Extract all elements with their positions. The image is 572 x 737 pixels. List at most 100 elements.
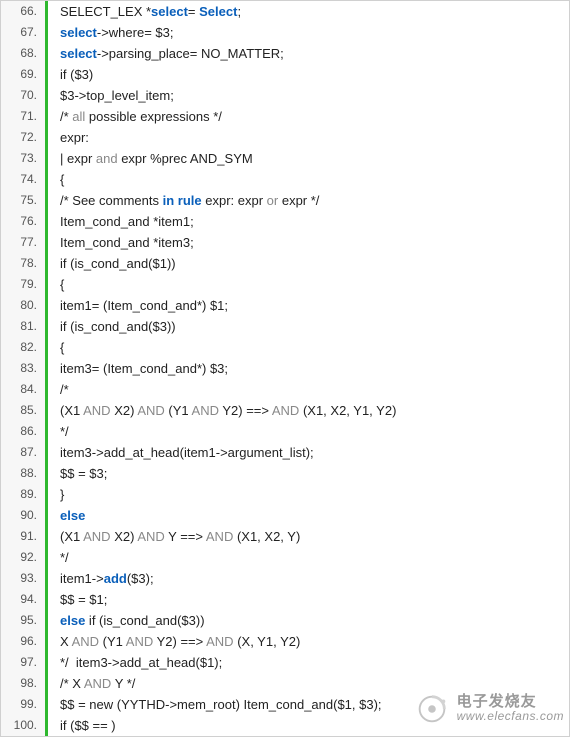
line-number: 99. [1,694,45,715]
code-content: select->where= $3; [48,22,173,43]
code-token: { [60,277,64,292]
code-token: select [60,46,97,61]
code-content: else if (is_cond_and($3)) [48,610,205,631]
code-content: select->parsing_place= NO_MATTER; [48,43,284,64]
code-token: item1-> [60,571,104,586]
code-content: expr: [48,127,89,148]
code-block: 66.SELECT_LEX *select= Select;67.select-… [0,0,570,737]
line-number: 94. [1,589,45,610]
code-token: = [188,4,199,19]
code-token: expr %prec AND_SYM [118,151,253,166]
code-content: { [48,274,64,295]
code-line: 75./* See comments in rule expr: expr or… [1,190,569,211]
code-content: (X1 AND X2) AND (Y1 AND Y2) ==> AND (X1,… [48,400,396,421]
code-line: 70.$3->top_level_item; [1,85,569,106]
code-content: /* See comments in rule expr: expr or ex… [48,190,319,211]
code-line: 97. */ item3->add_at_head($1); [1,652,569,673]
code-content: */ item3->add_at_head($1); [48,652,222,673]
code-token: /* [60,109,72,124]
code-content: } [48,484,64,505]
line-number: 77. [1,232,45,253]
line-number: 88. [1,463,45,484]
code-token: else [60,508,85,523]
code-line: 95.else if (is_cond_and($3)) [1,610,569,631]
line-number: 75. [1,190,45,211]
code-line: 89.} [1,484,569,505]
code-content: if ($3) [48,64,93,85]
code-line: 82.{ [1,337,569,358]
code-token: in [163,193,175,208]
code-content: (X1 AND X2) AND Y ==> AND (X1, X2, Y) [48,526,300,547]
code-content: else [48,505,85,526]
code-line: 88.$$ = $3; [1,463,569,484]
code-line: 84./* [1,379,569,400]
line-number: 84. [1,379,45,400]
code-content: Item_cond_and *item1; [48,211,194,232]
code-token: */ item3->add_at_head($1); [60,655,222,670]
code-token: Select [199,4,237,19]
code-line: 71. /* all possible expressions */ [1,106,569,127]
line-number: 73. [1,148,45,169]
code-content: /* [48,379,69,400]
line-number: 83. [1,358,45,379]
code-token: AND [137,529,164,544]
line-number: 71. [1,106,45,127]
line-number: 87. [1,442,45,463]
code-token: item3->add_at_head(item1->argument_list)… [60,445,314,460]
code-token: */ [60,424,69,439]
code-token: all [72,109,85,124]
code-line: 78.if (is_cond_and($1)) [1,253,569,274]
code-token: X [60,634,72,649]
code-token: expr: expr [202,193,267,208]
line-number: 98. [1,673,45,694]
line-number: 68. [1,43,45,64]
line-number: 82. [1,337,45,358]
code-token: item1= (Item_cond_and*) $1; [60,298,228,313]
code-token: AND [72,634,99,649]
code-line: 93.item1->add($3); [1,568,569,589]
code-token: select [60,25,97,40]
code-token: ; [237,4,241,19]
code-token: ($3); [127,571,154,586]
code-line: 83.item3= (Item_cond_and*) $3; [1,358,569,379]
code-content: $$ = $3; [48,463,107,484]
code-content: $3->top_level_item; [48,85,174,106]
code-content: $$ = $1; [48,589,107,610]
code-token: expr: [60,130,89,145]
code-line: 94. $$ = $1; [1,589,569,610]
code-token: { [60,172,64,187]
code-token: /* X [60,676,84,691]
line-number: 86. [1,421,45,442]
line-number: 76. [1,211,45,232]
code-line: 74. { [1,169,569,190]
code-token: X2) [111,403,138,418]
code-token: Y */ [111,676,135,691]
code-token: AND [83,403,110,418]
code-token: possible expressions */ [85,109,222,124]
code-line: 92.*/ [1,547,569,568]
watermark-line1: 电子发烧友 [457,695,564,709]
code-content: if (is_cond_and($3)) [48,316,176,337]
code-token: if ($3) [60,67,93,82]
code-line: 68.select->parsing_place= NO_MATTER; [1,43,569,64]
code-line: 80.item1= (Item_cond_and*) $1; [1,295,569,316]
line-number: 78. [1,253,45,274]
code-token: AND [137,403,164,418]
code-token: $$ = $1; [60,592,107,607]
code-token: if (is_cond_and($3)) [85,613,204,628]
code-token: Item_cond_and *item1; [60,214,194,229]
code-content: SELECT_LEX *select= Select; [48,1,241,22]
line-number: 79. [1,274,45,295]
line-number: 100. [1,715,45,736]
line-number: 74. [1,169,45,190]
code-content: item1->add($3); [48,568,154,589]
line-number: 85. [1,400,45,421]
code-content: if (is_cond_and($1)) [48,253,176,274]
code-token: if ($$ == ) [60,718,116,733]
code-token: if (is_cond_and($3)) [60,319,176,334]
line-number: 97. [1,652,45,673]
line-number: 92. [1,547,45,568]
code-token: (Y1 [99,634,126,649]
code-token: Item_cond_and *item3; [60,235,194,250]
code-line: 72.expr: [1,127,569,148]
